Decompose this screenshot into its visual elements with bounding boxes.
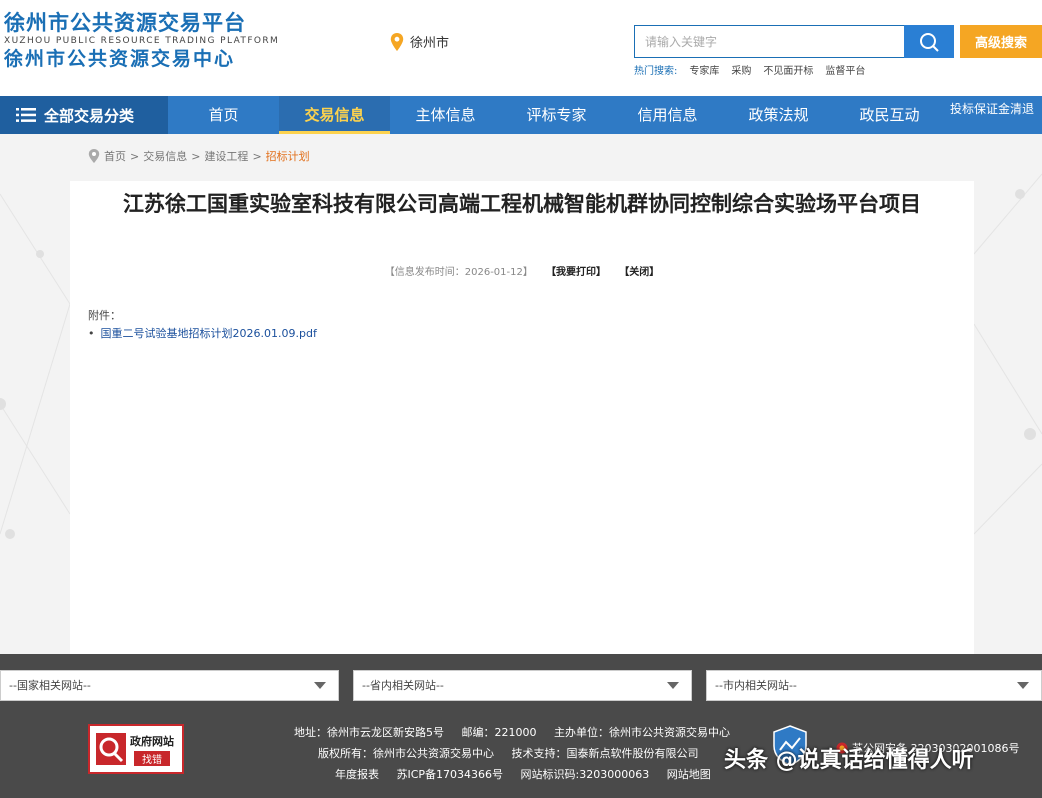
annual-report-link[interactable]: 年度报表 — [335, 768, 379, 781]
breadcrumb-separator: > — [191, 149, 201, 163]
footer-tech: 技术支持：国泰新点软件股份有限公司 — [511, 747, 699, 760]
national-sites-select[interactable]: --国家相关网站-- — [0, 670, 339, 701]
national-sites-value: --国家相关网站-- — [9, 679, 91, 692]
footer-address: 地址：徐州市云龙区新安路5号 — [294, 726, 444, 739]
breadcrumb: 首页 > 交易信息 > 建设工程 > 招标计划 — [88, 148, 310, 164]
breadcrumb-current: 招标计划 — [265, 150, 310, 163]
article-panel: 江苏徐工国重实验室科技有限公司高端工程机械智能机群协同控制综合实验场平台项目 【… — [70, 181, 974, 654]
breadcrumb-home[interactable]: 首页 — [104, 148, 126, 164]
site-header: 徐州市公共资源交易平台 XUZHOU PUBLIC RESOURCE TRADI… — [0, 0, 1042, 96]
hot-search-link[interactable]: 采购 — [731, 62, 751, 77]
nav-item-credit-info[interactable]: 信用信息 — [612, 96, 723, 134]
nav-item-interaction[interactable]: 政民互动 — [834, 96, 945, 134]
attachment-link[interactable]: 国重二号试验基地招标计划2026.01.09.pdf — [101, 325, 317, 341]
all-categories-button[interactable]: 全部交易分类 — [0, 96, 168, 134]
menu-icon — [16, 108, 36, 122]
publish-date: 【信息发布时间：2026-01-12】 — [384, 267, 533, 278]
gov-website-error-badge[interactable]: 政府网站 找错 — [88, 724, 184, 774]
nav-menu: 首页 交易信息 主体信息 评标专家 信用信息 政策法规 政民互动 — [168, 96, 945, 134]
site-logo[interactable]: 徐州市公共资源交易平台 XUZHOU PUBLIC RESOURCE TRADI… — [4, 10, 280, 71]
logo-title: 徐州市公共资源交易平台 — [4, 11, 246, 35]
search-bar — [634, 25, 954, 58]
hot-search-link[interactable]: 监督平台 — [825, 62, 865, 77]
provincial-sites-select[interactable]: --省内相关网站-- — [353, 670, 692, 701]
footer-line-2: 版权所有：徐州市公共资源交易中心 技术支持：国泰新点软件股份有限公司 — [318, 745, 713, 761]
search-button[interactable] — [904, 25, 954, 58]
breadcrumb-separator: > — [252, 149, 262, 163]
provincial-sites-value: --省内相关网站-- — [362, 679, 444, 692]
footer-postcode: 邮编：221000 — [461, 726, 537, 739]
icp-link[interactable]: 苏ICP备17034366号 — [397, 768, 504, 781]
search-input[interactable] — [634, 25, 904, 58]
nav-item-entity-info[interactable]: 主体信息 — [390, 96, 501, 134]
attachments-label: 附件： — [88, 309, 121, 322]
gov-seal-icon — [96, 733, 126, 765]
footer-line-3: 年度报表 苏ICP备17034366号 网站标识码:3203000063 网站地… — [335, 766, 711, 782]
advanced-search-button[interactable]: 高级搜索 — [960, 25, 1042, 58]
city-sites-select[interactable]: --市内相关网站-- — [706, 670, 1042, 701]
nav-item-trading-info[interactable]: 交易信息 — [279, 96, 390, 134]
chevron-down-icon — [314, 682, 326, 689]
all-categories-label: 全部交易分类 — [44, 106, 135, 125]
logo-subtitle-en: XUZHOU PUBLIC RESOURCE TRADING PLATFORM — [4, 36, 280, 46]
search-icon — [920, 32, 939, 52]
breadcrumb-separator: > — [130, 149, 140, 163]
close-link[interactable]: 【关闭】 — [619, 267, 659, 278]
hot-search-link[interactable]: 不见面开标 — [763, 62, 813, 77]
article-meta: 【信息发布时间：2026-01-12】 【我要打印】 【关闭】 — [70, 263, 974, 278]
chevron-down-icon — [667, 682, 679, 689]
article-title: 江苏徐工国重实验室科技有限公司高端工程机械智能机群协同控制综合实验场平台项目 — [123, 192, 921, 216]
attachments: 附件： 国重二号试验基地招标计划2026.01.09.pdf — [88, 307, 317, 341]
deposit-refund-link[interactable]: 投标保证金清退 — [950, 100, 1034, 117]
breadcrumb-trading-info[interactable]: 交易信息 — [143, 148, 187, 164]
city-selector[interactable]: 徐州市 — [390, 32, 449, 51]
footer-host: 主办单位：徐州市公共资源交易中心 — [554, 726, 730, 739]
hot-search-label: 热门搜索: — [634, 66, 678, 77]
breadcrumb-construction[interactable]: 建设工程 — [204, 148, 248, 164]
city-name: 徐州市 — [410, 36, 450, 51]
footer-site-id: 网站标识码:3203000063 — [520, 768, 650, 781]
sitemap-link[interactable]: 网站地图 — [667, 768, 711, 781]
nav-item-policy[interactable]: 政策法规 — [723, 96, 834, 134]
attachment-item: 国重二号试验基地招标计划2026.01.09.pdf — [88, 325, 317, 341]
source-watermark: 头条 @说真话给懂得人听 — [724, 748, 974, 773]
location-pin-icon — [390, 32, 404, 51]
chevron-down-icon — [1017, 682, 1029, 689]
nav-item-home[interactable]: 首页 — [168, 96, 279, 134]
gov-badge-error: 找错 — [134, 750, 170, 766]
footer-copyright: 版权所有：徐州市公共资源交易中心 — [318, 747, 494, 760]
footer-line-1: 地址：徐州市云龙区新安路5号 邮编：221000 主办单位：徐州市公共资源交易中… — [294, 724, 744, 740]
logo-title-center: 徐州市公共资源交易中心 — [4, 48, 236, 70]
hot-search-link[interactable]: 专家库 — [689, 62, 719, 77]
main-nav: 全部交易分类 首页 交易信息 主体信息 评标专家 信用信息 政策法规 政民互动 … — [0, 96, 1042, 134]
print-link[interactable]: 【我要打印】 — [546, 267, 606, 278]
location-pin-icon — [88, 149, 100, 163]
related-sites-bar: --国家相关网站-- --省内相关网站-- --市内相关网站-- — [0, 654, 1042, 704]
gov-badge-title: 政府网站 — [130, 734, 174, 748]
city-sites-value: --市内相关网站-- — [715, 679, 797, 692]
nav-item-experts[interactable]: 评标专家 — [501, 96, 612, 134]
hot-search: 热门搜索: 专家库 采购 不见面开标 监督平台 — [634, 62, 865, 77]
